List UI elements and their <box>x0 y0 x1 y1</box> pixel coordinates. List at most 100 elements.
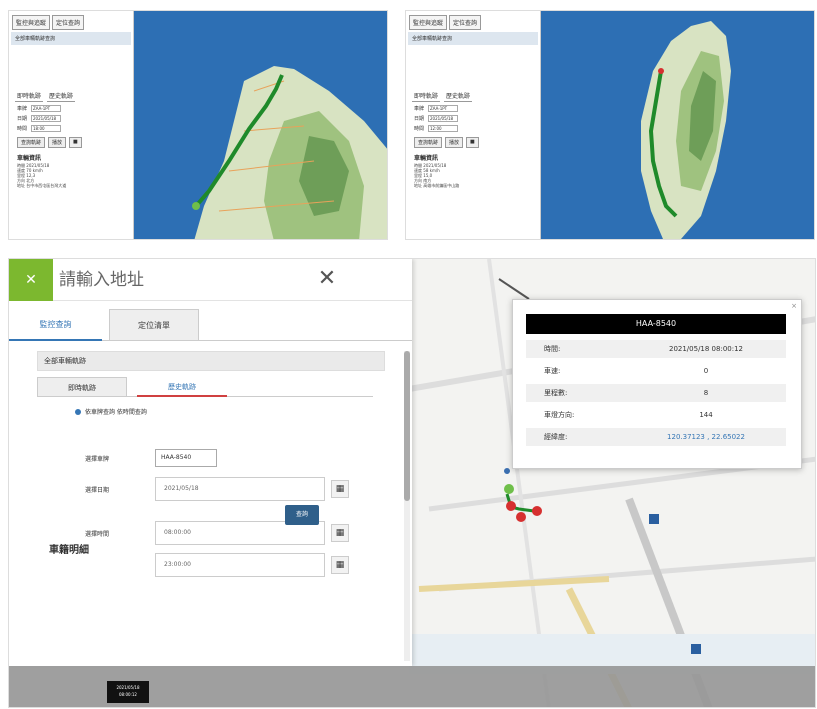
taiwan-map-full[interactable] <box>541 11 815 240</box>
time-label: 選擇時間 <box>85 530 110 538</box>
tooltip-time: 08:00:12 <box>119 692 137 697</box>
track-query-panel: 監控與追蹤 定位查詢 全部車輛軌跡查詢 即時軌跡 歷史軌跡 車牌 ZAA-1PT… <box>406 11 541 239</box>
time-end-input[interactable]: 23:00:00 <box>155 553 325 577</box>
collapse-button[interactable]: ✕ <box>9 259 53 301</box>
popup-row: 里程數: 8 <box>526 384 786 402</box>
query-button[interactable]: 查詢 <box>285 505 319 525</box>
subtab-history[interactable]: 歷史軌跡 <box>47 90 76 102</box>
plate-select[interactable]: HAA-8540 <box>155 449 217 467</box>
tab-locate-list[interactable]: 定位清單 <box>109 309 199 341</box>
info-line: 地址 台中市西屯區台灣大道 <box>17 183 67 188</box>
play-button[interactable]: 播放 <box>445 137 464 148</box>
query-track-button[interactable]: 查詢軌跡 <box>17 137 46 148</box>
tab-monitor[interactable]: 監控與追蹤 <box>12 15 51 30</box>
form-row-plate: 車牌 ZAA-1PT <box>17 105 125 112</box>
subtab-realtime[interactable]: 即時軌跡 <box>15 90 44 102</box>
sidebar-tabs: 監控查詢 定位清單 <box>9 309 412 341</box>
car-marker-icon <box>504 484 514 494</box>
popup-close-icon[interactable]: × <box>791 302 797 310</box>
time-end-row: 23:00:00 ▦ <box>85 553 349 577</box>
track-subtabs: 即時軌跡 歷史軌跡 <box>412 90 534 102</box>
date-row: 選擇日期 2021/05/18 ▦ <box>85 477 349 501</box>
clock-icon[interactable]: ▦ <box>331 524 349 542</box>
screenshot-top-left: 監控與追蹤 定位查詢 全部車輛軌跡查詢 即時軌跡 歷史軌跡 車牌 ZAA-1PT… <box>8 10 388 240</box>
subtab-realtime[interactable]: 即時軌跡 <box>37 377 127 397</box>
subtab-history[interactable]: 歷史軌跡 <box>137 377 227 397</box>
query-track-button[interactable]: 查詢軌跡 <box>414 137 443 148</box>
popup-key: 時間: <box>544 345 561 353</box>
popup-key: 車燈方向: <box>544 411 575 419</box>
popup-row: 經緯度: 120.37123 , 22.65022 <box>526 428 786 446</box>
vehicle-detail-title: 車籍明細 <box>49 545 89 556</box>
popup-value: 2021/05/18 08:00:12 <box>668 345 743 353</box>
form-label: 時間 <box>17 126 28 132</box>
form-row-date: 日期 2021/05/18 <box>414 115 532 122</box>
search-header: ✕ 請輸入地址 ✕ <box>9 259 412 301</box>
tab-locate[interactable]: 定位查詢 <box>449 15 482 30</box>
clock-icon[interactable]: ▦ <box>331 556 349 574</box>
form-row-time: 時間 12:00 <box>414 125 532 132</box>
vehicle-info-title: 車輛資訊 <box>414 155 439 162</box>
date-field[interactable]: 2021/05/18 <box>428 115 459 122</box>
vehicle-info-list: 時間 2021/05/18 速度 58 km/h 里程 15,0 方向 南方 地… <box>414 163 532 188</box>
scrollbar-thumb[interactable] <box>404 351 410 501</box>
form-label: 日期 <box>414 116 425 122</box>
subtab-realtime[interactable]: 即時軌跡 <box>412 90 441 102</box>
form-row-plate: 車牌 ZAA-1PT <box>414 105 532 112</box>
form-buttons: 查詢軌跡 播放 ■ <box>414 137 532 148</box>
taiwan-map-north[interactable] <box>134 11 388 240</box>
form-label: 時間 <box>414 126 425 132</box>
track-point-icon <box>516 512 526 522</box>
panel-tabs: 監控與追蹤 定位查詢 <box>406 11 540 30</box>
track-subtabs: 即時軌跡 歷史軌跡 <box>15 90 127 102</box>
tab-monitor-query[interactable]: 監控查詢 <box>9 309 102 341</box>
radio-icon[interactable] <box>75 408 81 415</box>
screenshot-main: ✕ 請輸入地址 ✕ 監控查詢 定位清單 全部車輛軌跡 即時軌跡 歷史軌跡 依車牌… <box>8 258 816 708</box>
date-label: 選擇日期 <box>85 486 110 494</box>
calendar-icon[interactable]: ▦ <box>331 480 349 498</box>
radio-label: 依車牌查詢 依時間查詢 <box>85 409 147 416</box>
track-point-icon <box>532 506 542 516</box>
form-label: 日期 <box>17 116 28 122</box>
tab-monitor[interactable]: 監控與追蹤 <box>409 15 448 30</box>
track-point-icon <box>506 501 516 511</box>
address-search-input[interactable]: 請輸入地址 <box>59 265 299 295</box>
time-field[interactable]: 12:00 <box>428 125 459 132</box>
popup-plate-title: HAA-8540 <box>526 314 786 334</box>
subtab-history[interactable]: 歷史軌跡 <box>444 90 473 102</box>
plate-row: 選擇車牌 HAA-8540 <box>85 449 217 467</box>
info-line: 地址 高雄市前鎮區中山路 <box>414 183 460 188</box>
sidebar-scrollbar[interactable] <box>404 351 410 661</box>
vehicle-info-title: 車輛資訊 <box>17 155 42 162</box>
popup-key: 經緯度: <box>544 433 568 441</box>
plate-field[interactable]: ZAA-1PT <box>31 105 62 112</box>
popup-key: 里程數: <box>544 389 568 397</box>
plate-field[interactable]: ZAA-1PT <box>428 105 459 112</box>
date-input[interactable]: 2021/05/18 <box>155 477 325 501</box>
play-button[interactable]: 播放 <box>48 137 67 148</box>
plate-label: 選擇車牌 <box>85 455 110 463</box>
stop-button[interactable]: ■ <box>466 137 479 148</box>
tab-locate[interactable]: 定位查詢 <box>52 15 85 30</box>
tooltip-date: 2021/05/18 <box>116 685 140 690</box>
stop-button[interactable]: ■ <box>69 137 82 148</box>
track-form: 全部車輛軌跡 即時軌跡 歷史軌跡 依車牌查詢 依時間查詢 選擇車牌 HAA-85… <box>37 351 397 661</box>
date-field[interactable]: 2021/05/18 <box>31 115 62 122</box>
form-buttons: 查詢軌跡 播放 ■ <box>17 137 125 148</box>
panel-banner: 全部車輛軌跡查詢 <box>408 32 538 45</box>
popup-key: 車速: <box>544 367 561 375</box>
popup-value: 8 <box>703 389 709 397</box>
form-label: 車牌 <box>414 106 425 112</box>
vehicle-info-popup: × HAA-8540 時間: 2021/05/18 08:00:12 車速: 0… <box>512 299 802 469</box>
track-query-panel: 監控與追蹤 定位查詢 全部車輛軌跡查詢 即時軌跡 歷史軌跡 車牌 ZAA-1PT… <box>9 11 134 239</box>
form-label: 車牌 <box>17 106 28 112</box>
screenshot-top-right: 監控與追蹤 定位查詢 全部車輛軌跡查詢 即時軌跡 歷史軌跡 車牌 ZAA-1PT… <box>405 10 815 240</box>
coordinates-link[interactable]: 120.37123 , 22.65022 <box>626 428 786 446</box>
close-icon[interactable]: ✕ <box>312 263 342 295</box>
form-row-time: 時間 18:00 <box>17 125 125 132</box>
query-sidebar: ✕ 請輸入地址 ✕ 監控查詢 定位清單 全部車輛軌跡 即時軌跡 歷史軌跡 依車牌… <box>9 259 412 666</box>
time-field[interactable]: 18:00 <box>31 125 62 132</box>
query-mode-radio[interactable]: 依車牌查詢 依時間查詢 <box>75 407 397 416</box>
popup-row: 車速: 0 <box>526 362 786 380</box>
popup-row: 時間: 2021/05/18 08:00:12 <box>526 340 786 358</box>
